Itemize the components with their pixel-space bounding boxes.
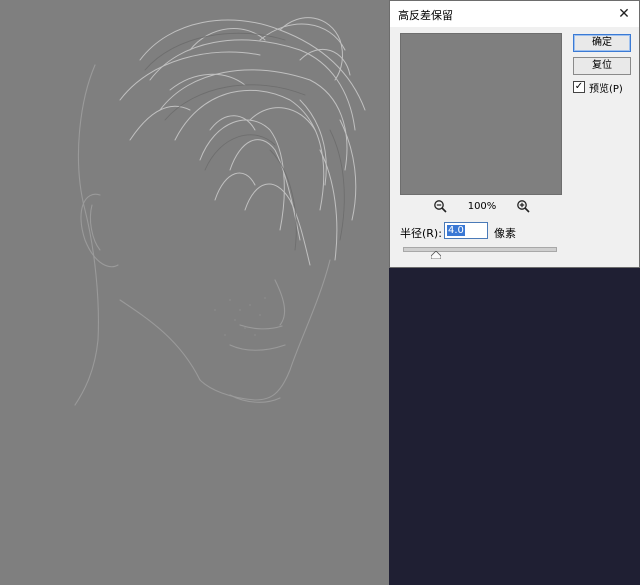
filter-preview[interactable]: [400, 33, 562, 195]
close-icon[interactable]: ✕: [609, 1, 639, 27]
radius-input[interactable]: 4.0: [444, 222, 488, 239]
preview-label: 预览(P): [589, 84, 623, 95]
zoom-controls: 100%: [400, 199, 562, 215]
radius-slider-track[interactable]: [403, 247, 557, 252]
high-pass-dialog: 高反差保留 ✕ 100% 半径(R): 4.0 像素 确定 复位 ✓ 预览(P): [389, 0, 640, 268]
dialog-title-bar[interactable]: 高反差保留 ✕: [390, 1, 639, 27]
dialog-title: 高反差保留: [398, 9, 453, 22]
radius-unit: 像素: [494, 227, 516, 240]
zoom-in-icon[interactable]: [516, 199, 530, 213]
preview-checkbox[interactable]: ✓: [573, 81, 585, 93]
workspace-background: [389, 268, 640, 585]
reset-button[interactable]: 复位: [573, 57, 631, 75]
high-pass-portrait-image: [74, 17, 366, 406]
zoom-level: 100%: [467, 201, 497, 212]
radius-value: 4.0: [447, 225, 465, 236]
radius-label: 半径(R):: [400, 227, 442, 240]
zoom-out-icon[interactable]: [433, 199, 447, 213]
radius-slider-thumb[interactable]: [431, 251, 441, 259]
ok-button[interactable]: 确定: [573, 34, 631, 52]
document-canvas[interactable]: [0, 0, 389, 585]
